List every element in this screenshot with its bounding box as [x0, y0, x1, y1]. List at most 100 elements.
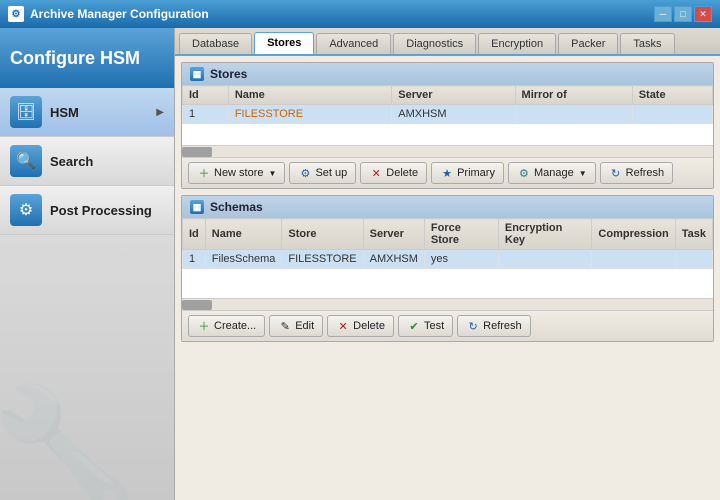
- sidebar-label-hsm: HSM: [50, 105, 79, 120]
- test-label: Test: [424, 320, 444, 332]
- stores-scrollbar[interactable]: [182, 145, 713, 157]
- primary-button[interactable]: ★ Primary: [431, 162, 504, 184]
- store-state: [632, 105, 712, 124]
- primary-icon: ★: [440, 166, 454, 180]
- new-store-icon: ＋: [197, 166, 211, 180]
- stores-scrollbar-thumb[interactable]: [182, 147, 212, 157]
- tabbar: Database Stores Advanced Diagnostics Enc…: [175, 28, 720, 56]
- schemas-section: ▦ Schemas Id Name Store Server Force Sto…: [181, 195, 714, 342]
- tab-database[interactable]: Database: [179, 33, 252, 54]
- tab-tasks[interactable]: Tasks: [620, 33, 674, 54]
- window-controls: ─ □ ✕: [654, 6, 712, 22]
- panel-content: ▦ Stores Id Name Server Mirror of State: [175, 56, 720, 500]
- create-icon: ＋: [197, 319, 211, 333]
- test-icon: ✔: [407, 319, 421, 333]
- schemas-delete-label: Delete: [353, 320, 385, 332]
- schemas-scrollbar[interactable]: [182, 298, 713, 310]
- minimize-button[interactable]: ─: [654, 6, 672, 22]
- schemas-col-task: Task: [675, 219, 712, 250]
- maximize-button[interactable]: □: [674, 6, 692, 22]
- schemas-header-icon: ▦: [190, 200, 204, 214]
- schema-compression: [592, 250, 675, 269]
- schema-id: 1: [183, 250, 206, 269]
- stores-section-title: Stores: [210, 67, 247, 81]
- titlebar-title: Archive Manager Configuration: [30, 7, 654, 21]
- schemas-table-wrapper: Id Name Store Server Force Store Encrypt…: [182, 218, 713, 298]
- schemas-toolbar: ＋ Create... ✎ Edit ✕ Delete ✔ Test: [182, 310, 713, 341]
- edit-button[interactable]: ✎ Edit: [269, 315, 323, 337]
- schema-force-store: yes: [424, 250, 498, 269]
- stores-refresh-icon: ↻: [609, 166, 623, 180]
- right-panel: Database Stores Advanced Diagnostics Enc…: [175, 28, 720, 500]
- schemas-col-store: Store: [282, 219, 363, 250]
- sidebar: Configure HSM 🗄 HSM ▶ 🔍 Search ⚙ Post Pr…: [0, 28, 175, 500]
- manage-button[interactable]: ⚙ Manage: [508, 162, 596, 184]
- schema-enc-key: [498, 250, 592, 269]
- stores-col-state: State: [632, 86, 712, 105]
- sidebar-item-search[interactable]: 🔍 Search: [0, 137, 174, 186]
- edit-label: Edit: [295, 320, 314, 332]
- manage-icon: ⚙: [517, 166, 531, 180]
- set-up-label: Set up: [315, 167, 347, 179]
- stores-delete-button[interactable]: ✕ Delete: [360, 162, 427, 184]
- schemas-refresh-label: Refresh: [483, 320, 522, 332]
- schemas-scrollbar-thumb[interactable]: [182, 300, 212, 310]
- stores-table: Id Name Server Mirror of State 1 FILESST…: [182, 85, 713, 124]
- close-button[interactable]: ✕: [694, 6, 712, 22]
- set-up-button[interactable]: ⚙ Set up: [289, 162, 356, 184]
- tab-stores[interactable]: Stores: [254, 32, 314, 54]
- sidebar-item-hsm[interactable]: 🗄 HSM ▶: [0, 88, 174, 137]
- schemas-refresh-icon: ↻: [466, 319, 480, 333]
- stores-refresh-label: Refresh: [626, 167, 665, 179]
- sidebar-bg-decoration: 🔧: [0, 380, 139, 500]
- stores-table-row[interactable]: 1 FILESSTORE AMXHSM: [183, 105, 713, 124]
- app-icon: ⚙: [8, 6, 24, 22]
- schemas-col-force-store: Force Store: [424, 219, 498, 250]
- store-mirror: [515, 105, 632, 124]
- schemas-delete-icon: ✕: [336, 319, 350, 333]
- test-button[interactable]: ✔ Test: [398, 315, 453, 337]
- main-content: Configure HSM 🗄 HSM ▶ 🔍 Search ⚙ Post Pr…: [0, 28, 720, 500]
- stores-section-header: ▦ Stores: [182, 63, 713, 85]
- schemas-section-header: ▦ Schemas: [182, 196, 713, 218]
- schemas-refresh-button[interactable]: ↻ Refresh: [457, 315, 531, 337]
- create-button[interactable]: ＋ Create...: [188, 315, 265, 337]
- stores-delete-icon: ✕: [369, 166, 383, 180]
- stores-table-header: Id Name Server Mirror of State: [183, 86, 713, 105]
- schemas-col-enc-key: Encryption Key: [498, 219, 592, 250]
- edit-icon: ✎: [278, 319, 292, 333]
- set-up-icon: ⚙: [298, 166, 312, 180]
- stores-table-wrapper: Id Name Server Mirror of State 1 FILESST…: [182, 85, 713, 145]
- schemas-delete-button[interactable]: ✕ Delete: [327, 315, 394, 337]
- tab-packer[interactable]: Packer: [558, 33, 618, 54]
- tab-encryption[interactable]: Encryption: [478, 33, 556, 54]
- schemas-table-row[interactable]: 1 FilesSchema FILESSTORE AMXHSM yes: [183, 250, 713, 269]
- post-processing-icon: ⚙: [10, 194, 42, 226]
- sidebar-label-post-processing: Post Processing: [50, 203, 152, 218]
- stores-toolbar: ＋ New store ⚙ Set up ✕ Delete ★ Primary: [182, 157, 713, 188]
- schemas-col-compression: Compression: [592, 219, 675, 250]
- schemas-col-id: Id: [183, 219, 206, 250]
- schemas-table-header: Id Name Store Server Force Store Encrypt…: [183, 219, 713, 250]
- schema-store: FILESSTORE: [282, 250, 363, 269]
- tab-advanced[interactable]: Advanced: [316, 33, 391, 54]
- store-id: 1: [183, 105, 229, 124]
- new-store-button[interactable]: ＋ New store: [188, 162, 285, 184]
- stores-col-server: Server: [392, 86, 515, 105]
- store-server: AMXHSM: [392, 105, 515, 124]
- schema-name: FilesSchema: [205, 250, 282, 269]
- hsm-icon: 🗄: [10, 96, 42, 128]
- app-title: Configure HSM: [0, 28, 174, 88]
- hsm-arrow-icon: ▶: [156, 107, 164, 118]
- stores-refresh-button[interactable]: ↻ Refresh: [600, 162, 674, 184]
- stores-section: ▦ Stores Id Name Server Mirror of State: [181, 62, 714, 189]
- stores-col-name: Name: [228, 86, 391, 105]
- stores-col-mirror: Mirror of: [515, 86, 632, 105]
- sidebar-label-search: Search: [50, 154, 93, 169]
- new-store-label: New store: [214, 167, 264, 179]
- schemas-table: Id Name Store Server Force Store Encrypt…: [182, 218, 713, 269]
- schemas-col-server: Server: [363, 219, 424, 250]
- sidebar-item-post-processing[interactable]: ⚙ Post Processing: [0, 186, 174, 235]
- stores-col-id: Id: [183, 86, 229, 105]
- tab-diagnostics[interactable]: Diagnostics: [393, 33, 476, 54]
